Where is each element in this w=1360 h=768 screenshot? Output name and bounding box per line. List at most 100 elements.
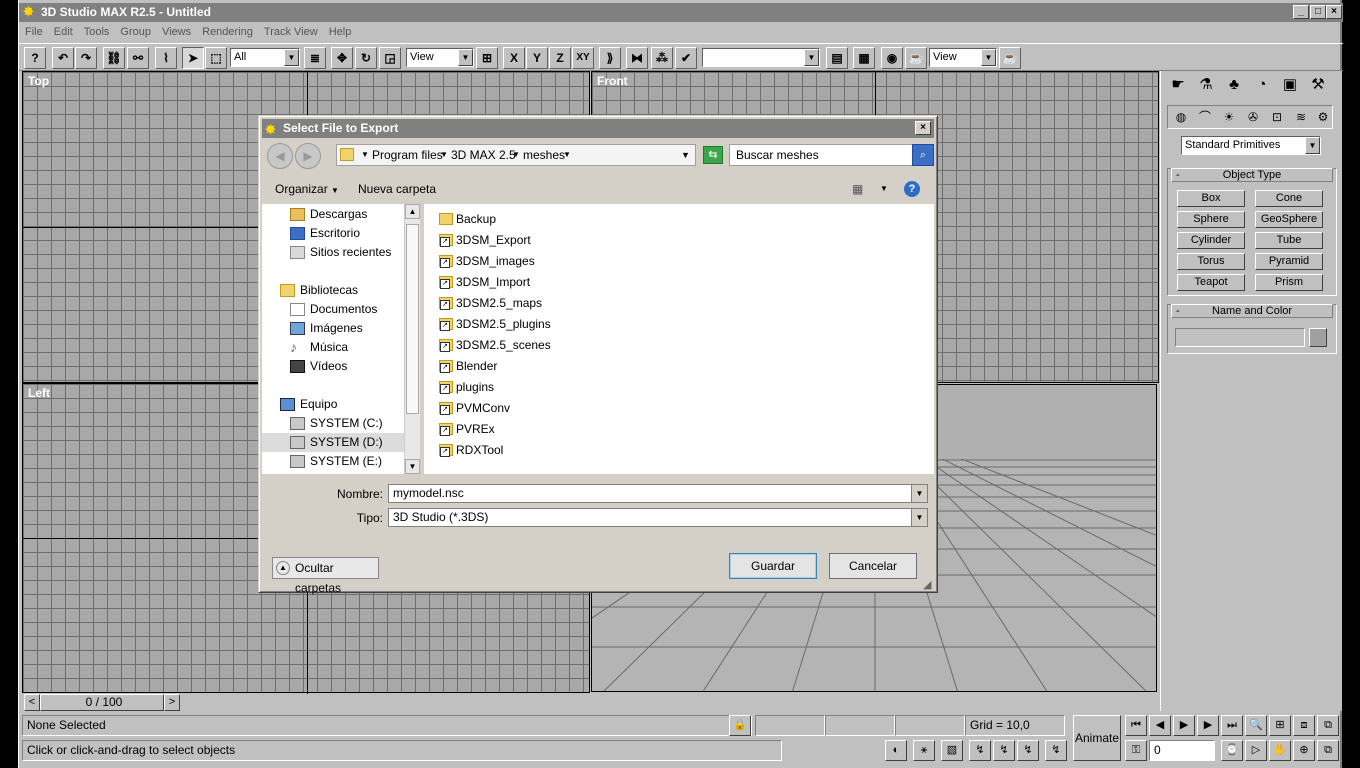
view-options-icon[interactable]: ▦ (852, 176, 863, 202)
scale-icon[interactable]: ◲ (379, 47, 401, 69)
menu-file[interactable]: File (19, 22, 48, 42)
move-icon[interactable]: ✥ (331, 47, 353, 69)
lock-selection-icon[interactable]: 🔒 (729, 715, 751, 736)
goto-end-icon[interactable]: ⏭ (1221, 715, 1243, 736)
arc-rotate-icon[interactable]: ⊕ (1293, 740, 1315, 761)
pyramid-button[interactable]: Pyramid (1255, 253, 1323, 270)
nav-item-videos[interactable]: Vídeos (290, 357, 347, 376)
file-item[interactable]: 3DSM_Export (439, 230, 531, 251)
geometry-icon[interactable]: ◍ (1170, 107, 1192, 127)
prism-button[interactable]: Prism (1255, 274, 1323, 291)
maximize-button[interactable]: □ (1310, 5, 1326, 19)
named-selection-select[interactable]: ▼ (702, 48, 820, 67)
filetype-select[interactable]: 3D Studio (*.3DS) ▼ (388, 508, 928, 527)
next-frame-icon[interactable]: ▶ (1197, 715, 1219, 736)
menu-tools[interactable]: Tools (78, 22, 115, 42)
create-tab-icon[interactable]: ☛ (1165, 73, 1191, 99)
menu-group[interactable]: Group (114, 22, 156, 42)
render-view-select[interactable]: View ▼ (929, 48, 997, 67)
zoom-extents-icon[interactable]: ⧈ (1293, 715, 1315, 736)
time-next-icon[interactable]: > (164, 694, 180, 711)
cameras-icon[interactable]: ✇ (1242, 107, 1264, 127)
current-frame-field[interactable]: 0 (1149, 740, 1215, 761)
organize-menu[interactable]: Organizar ▼ (275, 176, 339, 204)
search-icon[interactable]: ⌕ (912, 144, 934, 166)
helpers-icon[interactable]: ⊡ (1266, 107, 1288, 127)
file-item[interactable]: 3DSM_images (439, 251, 535, 272)
nav-item-downloads[interactable]: Descargas (290, 205, 367, 224)
view-menu-chevron-icon[interactable]: ▼ (880, 176, 888, 202)
nav-item-drive-d[interactable]: SYSTEM (D:) (262, 433, 404, 452)
fov-icon[interactable]: ▷ (1245, 740, 1267, 761)
file-item[interactable]: plugins (439, 377, 494, 398)
ref-coord-select[interactable]: View ▼ (406, 48, 474, 67)
selection-filter-select[interactable]: All ▼ (230, 48, 300, 67)
render-scene-icon[interactable]: ☕ (905, 47, 927, 69)
primitive-category-select[interactable]: Standard Primitives ▼ (1181, 136, 1321, 155)
scroll-down-icon[interactable]: ▼ (405, 459, 420, 474)
array-icon[interactable]: ⁂ (651, 47, 673, 69)
play-icon[interactable]: ▶ (1173, 715, 1195, 736)
zoom-all-icon[interactable]: ⊞ (1269, 715, 1291, 736)
cone-button[interactable]: Cone (1255, 190, 1323, 207)
nav-item-music[interactable]: ♪ Música (290, 338, 348, 357)
tube-button[interactable]: Tube (1255, 232, 1323, 249)
angle-snap-icon[interactable]: ⚹ (913, 740, 935, 761)
menu-track-view[interactable]: Track View (258, 22, 323, 42)
minimize-button[interactable]: _ (1293, 5, 1309, 19)
systems-icon[interactable]: ⚙ (1314, 107, 1332, 127)
cylinder-button[interactable]: Cylinder (1177, 232, 1245, 249)
menu-views[interactable]: Views (156, 22, 196, 42)
file-item-backup[interactable]: Backup (439, 209, 496, 230)
back-button[interactable]: ◀ (267, 143, 293, 169)
modify-tab-icon[interactable]: ⚗ (1193, 73, 1219, 99)
mirror-icon[interactable]: ⧓ (626, 47, 648, 69)
breadcrumb-chevron-icon[interactable]: ▼ (361, 145, 369, 165)
address-history-icon[interactable]: ▼ (681, 145, 690, 165)
hierarchy-tab-icon[interactable]: ♣ (1221, 73, 1247, 99)
select-arrow-icon[interactable]: ➤ (182, 47, 204, 69)
breadcrumb-chevron-icon[interactable]: ▼ (512, 145, 520, 165)
unlink-icon[interactable]: ⚯ (127, 47, 149, 69)
cancel-button[interactable]: Cancelar (829, 553, 917, 579)
filename-input[interactable]: mymodel.nsc ▼ (388, 484, 928, 503)
material-editor-icon[interactable]: ◉ (881, 47, 903, 69)
shapes-icon[interactable]: ⌒ (1194, 107, 1216, 127)
breadcrumb-chevron-icon[interactable]: ▼ (440, 145, 448, 165)
link-icon[interactable]: ⛓ (103, 47, 125, 69)
object-name-field[interactable] (1175, 328, 1305, 347)
menu-rendering[interactable]: Rendering (196, 22, 258, 42)
file-item[interactable]: Blender (439, 356, 497, 377)
forward-button[interactable]: ▶ (295, 143, 321, 169)
nav-item-desktop[interactable]: Escritorio (290, 224, 360, 243)
percent-snap-icon[interactable]: ▧ (941, 740, 963, 761)
prev-frame-icon[interactable]: ◀ (1149, 715, 1171, 736)
new-folder-button[interactable]: Nueva carpeta (358, 176, 436, 202)
sphere-button[interactable]: Sphere (1177, 211, 1245, 228)
file-item[interactable]: 3DSM2.5_scenes (439, 335, 551, 356)
axis-y-button[interactable]: Y (526, 47, 548, 69)
box-button[interactable]: Box (1177, 190, 1245, 207)
time-prev-icon[interactable]: < (24, 694, 40, 711)
breadcrumb-chevron-icon[interactable]: ▼ (563, 145, 571, 165)
utilities-tab-icon[interactable]: ⚒ (1305, 73, 1331, 99)
pivot-center-icon[interactable]: ⊞ (476, 47, 498, 69)
save-button[interactable]: Guardar (729, 553, 817, 579)
file-item[interactable]: RDXTool (439, 440, 503, 461)
geosphere-button[interactable]: GeoSphere (1255, 211, 1323, 228)
display-tab-icon[interactable]: ▣ (1277, 73, 1303, 99)
scroll-thumb[interactable] (406, 224, 419, 414)
nav-item-drive-c[interactable]: SYSTEM (C:) (290, 414, 383, 433)
undo-icon[interactable]: ↶ (52, 47, 74, 69)
file-item[interactable]: PVREx (439, 419, 495, 440)
object-color-swatch[interactable] (1309, 328, 1327, 347)
hide-folders-button[interactable]: ▲ Ocultar carpetas (272, 557, 379, 595)
help-icon[interactable]: ? (24, 47, 46, 69)
dialog-close-button[interactable]: × (915, 121, 931, 135)
breadcrumb-3d-max[interactable]: 3D MAX 2.5 (451, 145, 516, 165)
address-bar[interactable]: ▼ Program files ▼ 3D MAX 2.5 ▼ meshes ▼ … (336, 144, 696, 166)
breadcrumb-program-files[interactable]: Program files (372, 145, 443, 165)
time-slider[interactable]: 0 / 100 (40, 694, 164, 711)
scroll-up-icon[interactable]: ▲ (405, 204, 420, 219)
window-crossing-icon[interactable]: ↯ (1017, 740, 1039, 761)
